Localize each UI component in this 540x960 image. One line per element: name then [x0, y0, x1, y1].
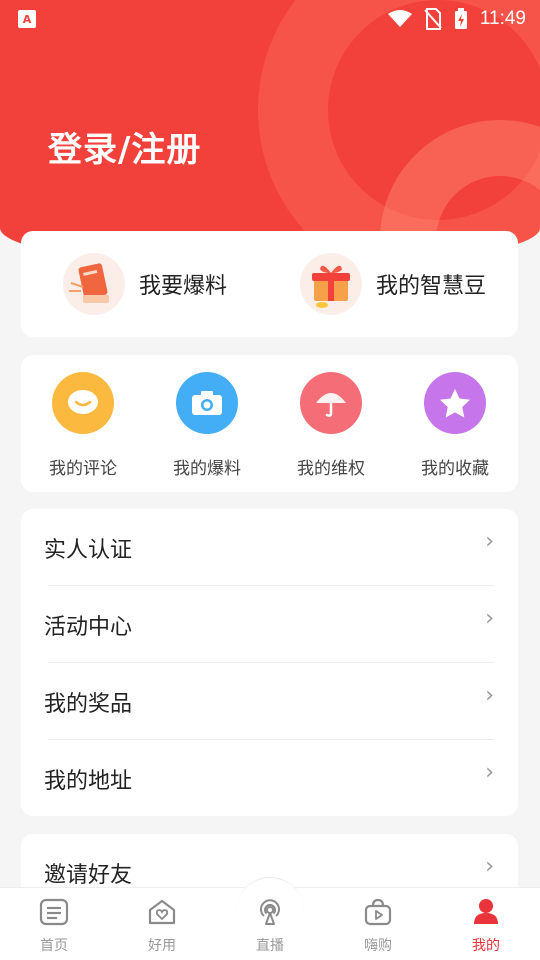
profile-icon [474, 899, 498, 924]
camera-icon [176, 372, 238, 434]
status-time: 11:49 [479, 8, 526, 29]
broadcast-icon [260, 899, 280, 925]
tab-label: 我的 [472, 938, 500, 954]
no-sim-icon [424, 8, 442, 30]
app-notification-icon: A [18, 10, 36, 28]
wisdom-beans-button[interactable]: 我的智慧豆 [300, 253, 486, 315]
my-reports-label: 我的爆料 [173, 459, 241, 479]
comment-smile-icon [52, 372, 114, 434]
menu-item-label: 邀请好友 [44, 862, 133, 888]
battery-charging-icon [454, 8, 467, 29]
chevron-right-icon: › [485, 683, 494, 708]
umbrella-icon [300, 372, 362, 434]
tab-shopping[interactable]: 嗨购 [338, 898, 418, 955]
my-favorites-button[interactable]: 我的收藏 [407, 372, 503, 479]
my-favorites-label: 我的收藏 [421, 459, 489, 479]
quick-actions-card: 我的评论 我的爆料 我的维权 我的收藏 [21, 355, 518, 492]
my-reports-button[interactable]: 我的爆料 [159, 372, 255, 479]
wifi-icon [387, 10, 412, 27]
menu-item-label: 我的奖品 [44, 691, 133, 717]
menu-item-label: 实人认证 [44, 537, 133, 563]
menu-item-label: 活动中心 [44, 614, 133, 640]
login-register-link[interactable]: 登录/注册 [48, 122, 201, 171]
chevron-right-icon: › [485, 529, 494, 554]
my-rights-button[interactable]: 我的维权 [283, 372, 379, 479]
menu-item-activity-center[interactable]: 活动中心 › [21, 586, 518, 663]
my-comments-button[interactable]: 我的评论 [35, 372, 131, 479]
bottom-tab-bar: 首页 好用 直播 嗨购 我的 [0, 877, 540, 960]
shopping-bag-play-icon [364, 898, 392, 926]
settings-menu-card: 实人认证 › 活动中心 › 我的奖品 › 我的地址 › [21, 509, 518, 816]
my-comments-label: 我的评论 [49, 459, 117, 479]
tab-label: 好用 [148, 938, 176, 954]
menu-item-my-prizes[interactable]: 我的奖品 › [21, 663, 518, 740]
report-news-button[interactable]: 我要爆料 [63, 253, 227, 315]
menu-item-my-address[interactable]: 我的地址 › [21, 740, 518, 817]
star-icon [424, 372, 486, 434]
tab-label: 首页 [40, 938, 68, 954]
status-bar: A 11:49 [0, 0, 540, 38]
tab-mine[interactable]: 我的 [446, 898, 526, 955]
report-news-label: 我要爆料 [139, 274, 228, 299]
wisdom-beans-label: 我的智慧豆 [376, 274, 487, 299]
tab-label: 嗨购 [364, 938, 392, 954]
house-heart-icon [148, 899, 176, 925]
my-rights-label: 我的维权 [297, 459, 365, 479]
chevron-right-icon: › [485, 606, 494, 631]
tab-live[interactable]: 直播 [230, 898, 310, 955]
tab-home[interactable]: 首页 [14, 898, 94, 955]
menu-item-identity-verification[interactable]: 实人认证 › [21, 509, 518, 586]
tab-label: 直播 [256, 938, 284, 954]
tab-useful[interactable]: 好用 [122, 898, 202, 955]
top-actions-card: 我要爆料 我的智慧豆 [21, 231, 518, 337]
book-megaphone-icon [63, 253, 125, 315]
home-list-icon [39, 898, 69, 926]
gift-box-icon [300, 253, 362, 315]
chevron-right-icon: › [485, 854, 494, 879]
menu-item-label: 我的地址 [44, 768, 133, 794]
chevron-right-icon: › [485, 760, 494, 785]
